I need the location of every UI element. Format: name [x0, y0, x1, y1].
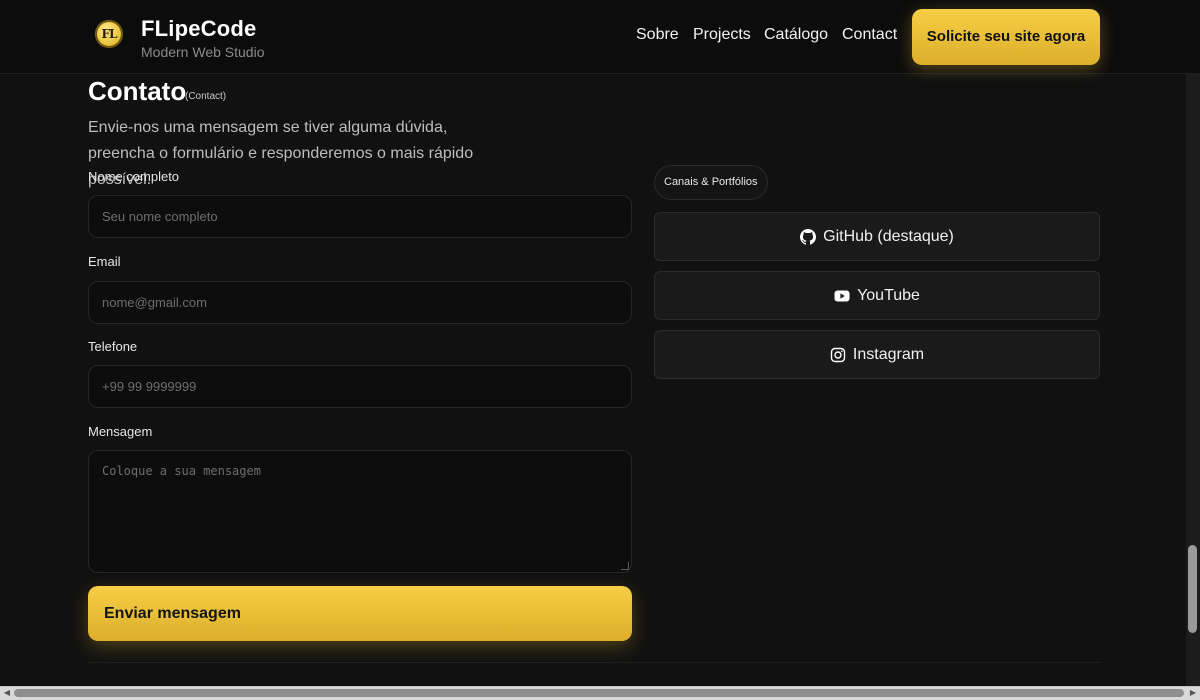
- instagram-icon: [830, 347, 846, 363]
- phone-input[interactable]: +99 99 9999999: [88, 365, 632, 408]
- brand-tagline: Modern Web Studio: [141, 44, 265, 60]
- vertical-scrollbar-thumb[interactable]: [1188, 545, 1197, 633]
- message-textarea[interactable]: Coloque a sua mensagem: [88, 450, 632, 573]
- section-divider: [88, 662, 1100, 663]
- name-label: Nome completo: [88, 169, 180, 184]
- send-message-button[interactable]: Enviar mensagem: [88, 586, 632, 641]
- nav-link-projects[interactable]: Projects: [693, 26, 751, 44]
- nav-link-contact[interactable]: Contact: [842, 26, 897, 44]
- page-title: Contato: [88, 76, 187, 106]
- nav-link-catalogo[interactable]: Catálogo: [764, 26, 828, 44]
- channels-chip: Canais & Portfólios: [654, 165, 768, 200]
- github-icon: [800, 228, 817, 245]
- logo-icon[interactable]: FL: [95, 20, 123, 48]
- youtube-icon: [834, 288, 850, 304]
- phone-label: Telefone: [88, 339, 138, 354]
- email-label: Email: [88, 254, 121, 269]
- youtube-link-label: YouTube: [857, 286, 920, 304]
- page-title-subtitle: (Contact): [185, 91, 227, 102]
- nav-link-sobre[interactable]: Sobre: [636, 26, 679, 44]
- scroll-left-arrow-icon[interactable]: ◀: [0, 686, 14, 700]
- message-placeholder: Coloque a sua mensagem: [102, 464, 261, 478]
- email-input[interactable]: nome@gmail.com: [88, 281, 632, 324]
- scroll-right-arrow-icon[interactable]: ▶: [1186, 686, 1200, 700]
- page: FL FLipeCode Modern Web Studio Sobre Pro…: [0, 0, 1200, 700]
- site-header: FL FLipeCode Modern Web Studio Sobre Pro…: [0, 0, 1200, 74]
- request-site-button[interactable]: Solicite seu site agora: [912, 9, 1100, 65]
- horizontal-scrollbar-thumb[interactable]: [14, 689, 1184, 697]
- instagram-link[interactable]: Instagram: [654, 330, 1100, 379]
- brand-name[interactable]: FLipeCode: [141, 16, 256, 42]
- name-input[interactable]: Seu nome completo: [88, 195, 632, 238]
- github-link[interactable]: GitHub (destaque): [654, 212, 1100, 261]
- instagram-link-label: Instagram: [852, 345, 925, 363]
- github-link-label: GitHub (destaque): [823, 227, 954, 245]
- message-label: Mensagem: [88, 424, 153, 439]
- youtube-link[interactable]: YouTube: [654, 271, 1100, 320]
- resize-handle-icon[interactable]: [621, 562, 629, 570]
